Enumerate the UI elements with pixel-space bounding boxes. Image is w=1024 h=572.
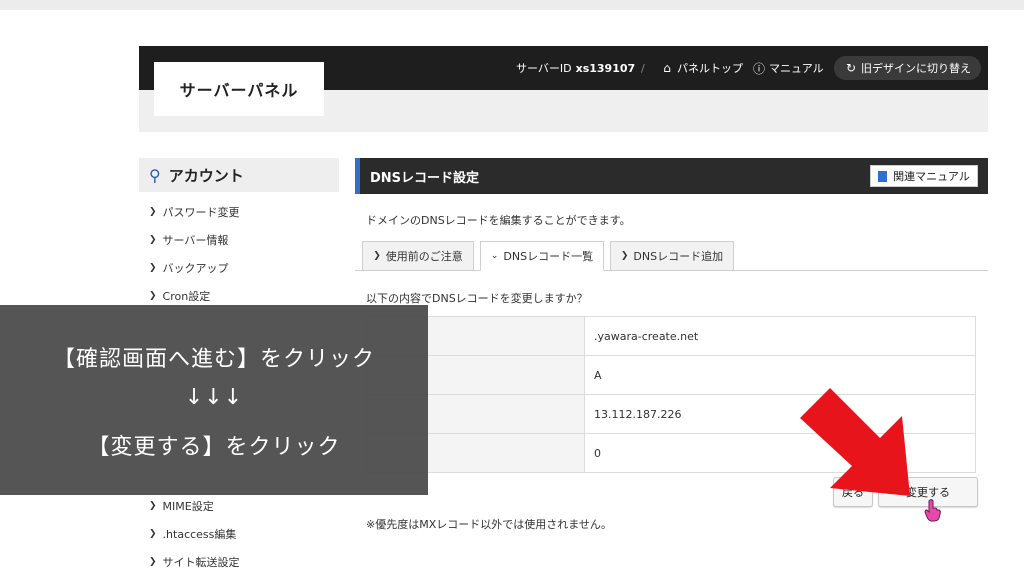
tab-label: 使用前のご注意 [385, 250, 463, 263]
old-design-label: 旧デザインに切り替え [861, 62, 971, 75]
sidebar-item-htaccess[interactable]: ❯ .htaccess編集 [149, 526, 236, 542]
sidebar-item-label: サイト転送設定 [162, 556, 240, 569]
sidebar-item-label: パスワード変更 [162, 206, 240, 219]
chevron-right-icon: ❯ [149, 557, 157, 567]
person-icon: ⚲ [149, 165, 161, 185]
red-arrow-shape [800, 388, 910, 496]
chevron-right-icon: ❯ [149, 263, 157, 273]
hand-pointer-shape [924, 499, 941, 522]
panel-top-link[interactable]: ⌂ パネルトップ [660, 56, 743, 80]
sidebar-item-label: .htaccess編集 [162, 528, 237, 541]
record-host-value: .yawara-create.net [584, 316, 976, 356]
confirm-message: 以下の内容でDNSレコードを変更しますか？ [366, 292, 588, 305]
sidebar-item-password[interactable]: ❯ パスワード変更 [149, 204, 240, 220]
sidebar-item-mime[interactable]: ❯ MIME設定 [149, 498, 214, 514]
tab-label: DNSレコード一覧 [503, 250, 594, 263]
home-icon: ⌂ [663, 61, 671, 75]
server-id: サーバーID xs139107 [516, 56, 635, 80]
related-manual-button[interactable]: 関連マニュアル [870, 165, 978, 187]
sidebar-item-site-redirect[interactable]: ❯ サイト転送設定 [149, 554, 240, 570]
panel-top-label: パネルトップ [677, 62, 743, 75]
instruction-line-2: 【変更する】をクリック [87, 435, 341, 460]
top-strip [0, 0, 1024, 10]
sidebar-item-backup[interactable]: ❯ バックアップ [149, 260, 229, 276]
sidebar-item-label: MIME設定 [162, 500, 214, 513]
chevron-right-icon: ❯ [373, 251, 381, 261]
instruction-overlay: 【確認画面へ進む】をクリック ↓↓↓ 【変更する】をクリック [0, 305, 428, 495]
book-icon [878, 170, 888, 182]
server-id-value: xs139107 [575, 61, 636, 75]
server-id-label: サーバーID [516, 62, 572, 75]
manual-link[interactable]: ⓘ マニュアル [752, 56, 824, 80]
sidebar-item-label: サーバー情報 [162, 234, 229, 247]
sidebar-item-label: Cron設定 [162, 290, 211, 303]
table-row: .yawara-create.net [366, 316, 976, 356]
red-arrow [800, 388, 910, 496]
hand-pointer-icon [924, 499, 941, 522]
sidebar-item-server-info[interactable]: ❯ サーバー情報 [149, 232, 228, 248]
chevron-right-icon: ❯ [149, 529, 157, 539]
chevron-right-icon: ❯ [149, 207, 157, 217]
server-panel-logo[interactable]: サーバーパネル [154, 62, 324, 116]
refresh-icon: ↻ [845, 61, 857, 75]
tab-label: DNSレコード追加 [633, 250, 724, 263]
chevron-right-icon: ❯ [620, 251, 629, 261]
tab-precautions[interactable]: ❯ 使用前のご注意 [362, 241, 474, 271]
sidebar-header: ⚲ アカウント [139, 158, 339, 192]
sidebar-item-cron[interactable]: ❯ Cron設定 [149, 288, 210, 304]
chevron-right-icon: ❯ [149, 501, 157, 511]
header-separator: / [641, 61, 645, 75]
sidebar-item-label: バックアップ [162, 262, 229, 275]
instruction-arrows: ↓↓↓ [184, 385, 244, 410]
chevron-right-icon: ❯ [149, 235, 157, 245]
tab-dns-record-list[interactable]: ⌄ DNSレコード一覧 [480, 241, 604, 271]
help-circle-icon: ⓘ [752, 61, 765, 76]
page-description: ドメインのDNSレコードを編集することができます。 [366, 214, 631, 227]
instruction-line-1: 【確認画面へ進む】をクリック [52, 347, 375, 372]
priority-note: ※優先度はMXレコード以外では使用されません。 [366, 518, 612, 531]
old-design-button[interactable]: ↻ 旧デザインに切り替え [834, 56, 981, 80]
chevron-down-icon: ⌄ [490, 251, 499, 261]
chevron-right-icon: ❯ [149, 291, 157, 301]
related-manual-label: 関連マニュアル [893, 170, 970, 183]
manual-label: マニュアル [769, 62, 824, 75]
sidebar-title: アカウント [168, 166, 244, 185]
tab-dns-record-add[interactable]: ❯ DNSレコード追加 [610, 241, 734, 271]
